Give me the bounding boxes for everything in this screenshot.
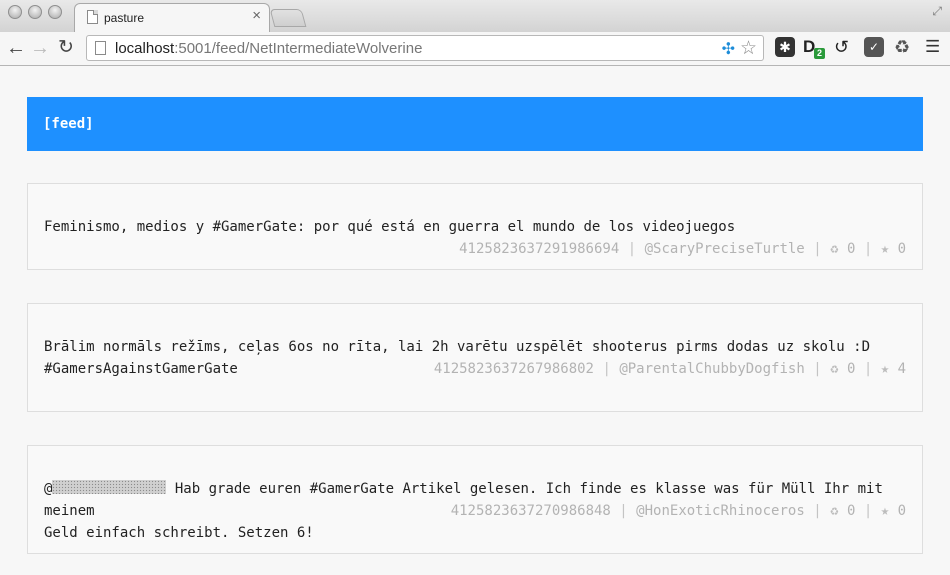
post-card: @ Hab grade euren #GamerGate Artikel gel… bbox=[27, 445, 923, 554]
sync-extension-icon[interactable]: ↺ bbox=[834, 37, 854, 57]
star-count: 4 bbox=[897, 361, 906, 377]
repost-count: 0 bbox=[846, 241, 856, 257]
post-card: Brālim normāls režīms, ceļas 6os no rīta… bbox=[27, 303, 923, 412]
puzzle-extension-icon[interactable]: ✱ bbox=[775, 37, 795, 57]
url-path: :5001/feed/NetIntermediateWolverine bbox=[174, 40, 423, 57]
separator: | bbox=[863, 361, 873, 377]
post-meta: 4125823637291986694 | @ScaryPreciseTurtl… bbox=[459, 238, 906, 260]
post-id[interactable]: 4125823637267986802 bbox=[434, 361, 594, 377]
separator: | bbox=[813, 241, 822, 257]
extension-action-icon[interactable]: ✣ bbox=[722, 39, 735, 59]
tab-title: pasture bbox=[104, 11, 145, 25]
post-text: Feminismo, medios y #GamerGate: por qué … bbox=[44, 219, 736, 235]
separator: | bbox=[627, 241, 637, 257]
separator: | bbox=[813, 361, 822, 377]
star-icon[interactable]: ★ bbox=[881, 361, 889, 377]
zoom-window-button[interactable] bbox=[48, 5, 62, 19]
separator: | bbox=[619, 503, 628, 519]
post-card: Feminismo, medios y #GamerGate: por qué … bbox=[27, 183, 923, 270]
address-bar[interactable]: localhost:5001/feed/NetIntermediateWolve… bbox=[86, 35, 764, 61]
extension-badge: 2 bbox=[814, 48, 825, 59]
separator: | bbox=[863, 241, 873, 257]
feed-title: [feed] bbox=[43, 116, 94, 132]
repost-count: 0 bbox=[846, 503, 856, 519]
bookmark-star-icon[interactable]: ☆ bbox=[740, 37, 757, 60]
repost-icon[interactable]: ♻ bbox=[830, 361, 838, 377]
back-button[interactable]: ← bbox=[6, 36, 26, 60]
browser-tab[interactable]: pasture × bbox=[74, 3, 270, 33]
star-icon[interactable]: ★ bbox=[881, 503, 889, 519]
page-icon bbox=[95, 41, 106, 55]
url-host: localhost bbox=[115, 40, 175, 57]
fullscreen-icon[interactable]: ⤢ bbox=[932, 4, 942, 19]
browser-titlebar: pasture × ⤢ bbox=[0, 0, 950, 33]
new-tab-button[interactable] bbox=[269, 9, 307, 27]
menu-icon[interactable]: ☰ bbox=[925, 37, 945, 57]
post-meta: 4125823637270986848 | @HonExoticRhinocer… bbox=[451, 500, 906, 522]
post-user[interactable]: @ParentalChubbyDogfish bbox=[619, 361, 804, 377]
page-icon bbox=[87, 10, 98, 24]
post-meta: 4125823637267986802 | @ParentalChubbyDog… bbox=[434, 358, 906, 380]
repost-icon[interactable]: ♻ bbox=[830, 503, 838, 519]
reload-button[interactable]: ↻ bbox=[58, 36, 74, 60]
post-id[interactable]: 4125823637291986694 bbox=[459, 241, 619, 257]
post-id[interactable]: 4125823637270986848 bbox=[451, 503, 611, 519]
page-content: [feed] Feminismo, medios y #GamerGate: p… bbox=[0, 67, 950, 575]
separator: | bbox=[863, 503, 873, 519]
separator: | bbox=[602, 361, 611, 377]
separator: | bbox=[813, 503, 822, 519]
repost-count: 0 bbox=[846, 361, 856, 377]
star-count: 0 bbox=[897, 503, 906, 519]
minimize-window-button[interactable] bbox=[28, 5, 42, 19]
url-text[interactable]: localhost:5001/feed/NetIntermediateWolve… bbox=[115, 40, 422, 57]
redacted-username bbox=[52, 480, 167, 494]
pocket-extension-icon[interactable]: ✓ bbox=[864, 37, 884, 57]
post-user[interactable]: @HonExoticRhinoceros bbox=[636, 503, 805, 519]
browser-toolbar: ← → ↻ localhost:5001/feed/NetIntermediat… bbox=[0, 32, 950, 66]
star-count: 0 bbox=[897, 241, 906, 257]
feed-header: [feed] bbox=[27, 97, 923, 151]
repost-icon[interactable]: ♻ bbox=[830, 241, 838, 257]
post-user[interactable]: @ScaryPreciseTurtle bbox=[645, 241, 805, 257]
tab-close-icon[interactable]: × bbox=[252, 8, 261, 24]
d-extension-icon[interactable]: D2 bbox=[803, 37, 825, 59]
star-icon[interactable]: ★ bbox=[881, 241, 889, 257]
close-window-button[interactable] bbox=[8, 5, 22, 19]
recycle-extension-icon[interactable]: ♻ bbox=[894, 37, 914, 57]
mention-prefix: @ bbox=[44, 481, 53, 497]
forward-button[interactable]: → bbox=[30, 36, 50, 60]
